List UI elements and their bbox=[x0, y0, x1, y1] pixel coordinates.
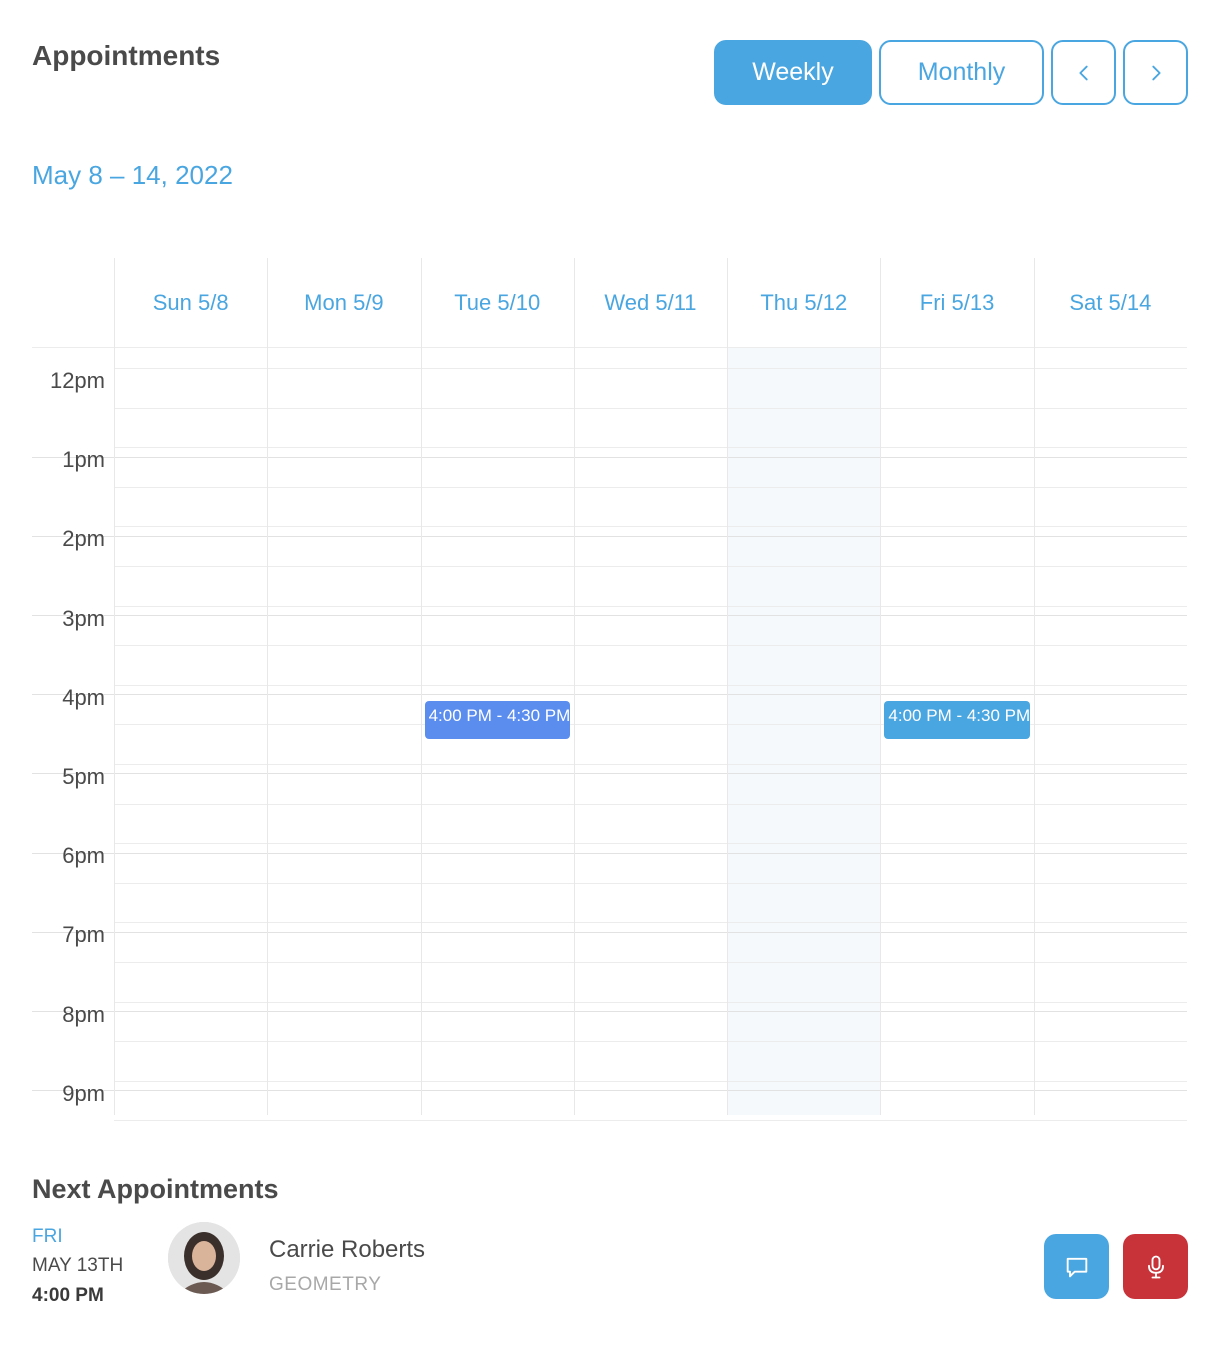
day-header[interactable]: Tue 5/10 bbox=[421, 258, 574, 347]
day-header[interactable]: Mon 5/9 bbox=[267, 258, 420, 347]
grid-line bbox=[114, 526, 1187, 528]
grid-line bbox=[114, 407, 1187, 409]
hour-label: 8pm bbox=[62, 1001, 105, 1027]
hour-label: 7pm bbox=[62, 922, 105, 948]
grid-column-line bbox=[114, 258, 115, 1115]
hour-label: 9pm bbox=[62, 1080, 105, 1106]
day-header[interactable]: Wed 5/11 bbox=[574, 258, 727, 347]
avatar bbox=[168, 1222, 240, 1294]
grid-line bbox=[32, 852, 1187, 854]
grid-line bbox=[32, 347, 1187, 348]
grid-line bbox=[114, 645, 1187, 647]
grid-line bbox=[114, 803, 1187, 805]
grid-line bbox=[32, 1011, 1187, 1012]
grid-line bbox=[114, 368, 1187, 369]
grid-line bbox=[32, 456, 1187, 458]
chevron-left-icon bbox=[1078, 65, 1088, 80]
grid-line bbox=[32, 1090, 1187, 1092]
grid-line bbox=[114, 447, 1187, 449]
grid-line bbox=[32, 694, 1187, 696]
next-appointments-heading: Next Appointments bbox=[32, 1174, 279, 1204]
grid-line bbox=[114, 922, 1187, 924]
grid-line bbox=[114, 764, 1187, 765]
grid-line bbox=[114, 486, 1187, 488]
prev-week-button[interactable] bbox=[1051, 40, 1116, 105]
grid-line bbox=[114, 566, 1187, 567]
chat-icon bbox=[1066, 1257, 1087, 1277]
next-week-button[interactable] bbox=[1123, 40, 1188, 105]
grid-column-line bbox=[573, 258, 575, 1115]
microphone-button[interactable] bbox=[1123, 1234, 1188, 1299]
grid-column-line bbox=[727, 258, 729, 1115]
microphone-icon bbox=[1147, 1255, 1164, 1278]
weekly-button[interactable]: Weekly bbox=[714, 40, 872, 105]
appointment-weekday: FRI bbox=[32, 1226, 63, 1247]
chevron-right-icon bbox=[1151, 65, 1161, 80]
grid-line bbox=[114, 1001, 1187, 1003]
hour-label: 4pm bbox=[62, 684, 105, 710]
grid-column-line bbox=[420, 258, 422, 1115]
grid-line bbox=[32, 615, 1187, 616]
day-header[interactable]: Thu 5/12 bbox=[727, 258, 880, 347]
calendar-event[interactable]: 4:00 PM - 4:30 PM bbox=[424, 700, 570, 739]
today-column-highlight bbox=[727, 347, 881, 1115]
hour-label: 2pm bbox=[62, 526, 105, 552]
grid-column-line bbox=[267, 258, 269, 1115]
appointment-subject: GEOMETRY bbox=[269, 1274, 382, 1295]
grid-line bbox=[32, 931, 1187, 933]
grid-line bbox=[32, 773, 1187, 775]
appointment-time: 4:00 PM bbox=[32, 1285, 104, 1306]
page-title: Appointments bbox=[32, 40, 221, 71]
calendar-event[interactable]: 4:00 PM - 4:30 PM bbox=[884, 700, 1030, 739]
hour-label: 1pm bbox=[62, 447, 105, 473]
day-header[interactable]: Fri 5/13 bbox=[880, 258, 1033, 347]
grid-line bbox=[114, 843, 1187, 845]
hour-label: 6pm bbox=[62, 843, 105, 869]
hour-label: 12pm bbox=[49, 368, 105, 393]
date-range-label: May 8 – 14, 2022 bbox=[32, 160, 233, 190]
weekly-calendar-grid: Sun 5/8 Mon 5/9 Tue 5/10 Wed 5/11 Thu 5/12 Fr… bbox=[32, 258, 1187, 1122]
appointment-date: MAY 13TH bbox=[32, 1255, 124, 1276]
grid-line bbox=[114, 605, 1187, 607]
appointment-student-name: Carrie Roberts bbox=[269, 1236, 426, 1263]
day-header[interactable]: Sat 5/14 bbox=[1034, 258, 1187, 347]
monthly-button[interactable]: Monthly bbox=[879, 40, 1044, 105]
hour-label: 5pm bbox=[62, 764, 105, 789]
grid-line bbox=[32, 535, 1187, 537]
grid-line bbox=[114, 882, 1187, 884]
grid-column-line bbox=[1033, 258, 1035, 1115]
chat-button[interactable] bbox=[1044, 1234, 1109, 1299]
day-header[interactable]: Sun 5/8 bbox=[114, 258, 267, 347]
hour-label: 3pm bbox=[62, 605, 105, 631]
grid-line bbox=[114, 1080, 1187, 1082]
grid-line bbox=[114, 1120, 1187, 1122]
grid-line bbox=[114, 1041, 1187, 1043]
grid-line bbox=[114, 684, 1187, 686]
grid-column-line bbox=[880, 258, 882, 1115]
grid-line bbox=[114, 962, 1187, 963]
